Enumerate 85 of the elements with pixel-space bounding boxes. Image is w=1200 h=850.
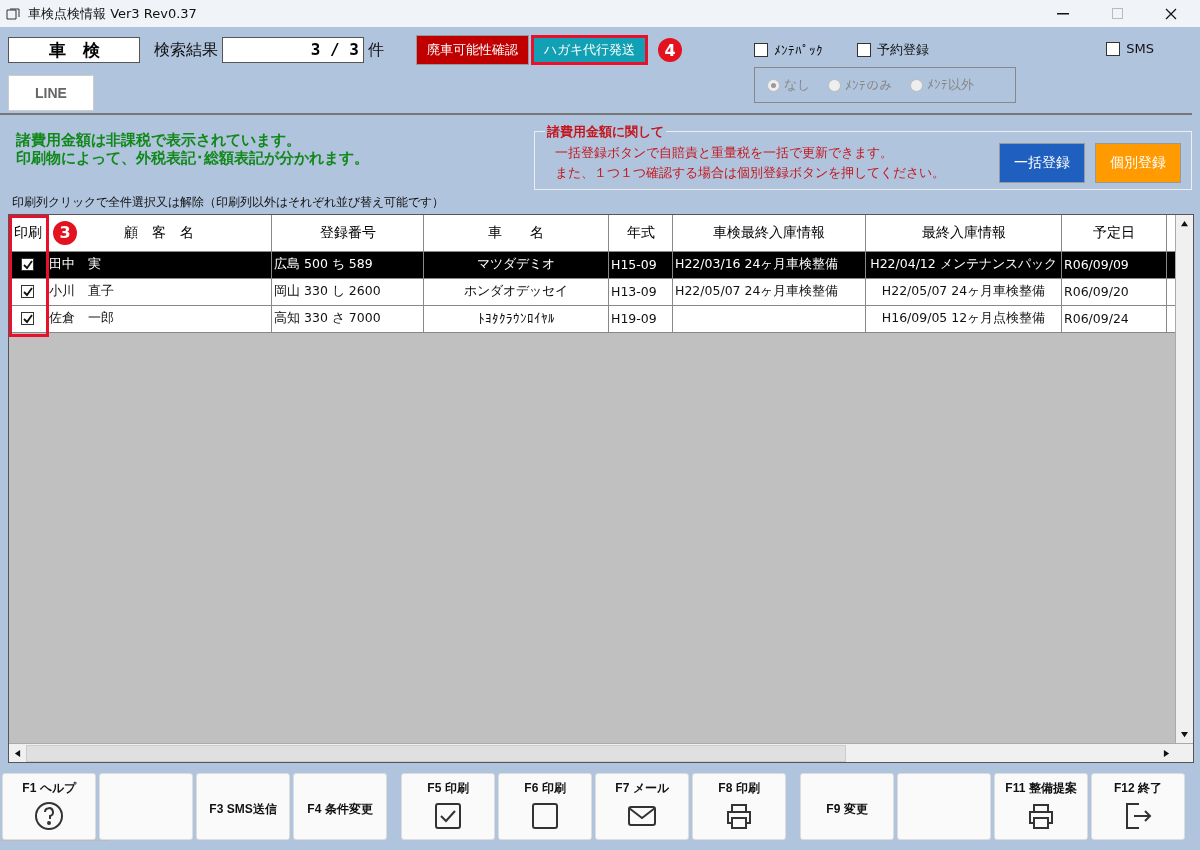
printer-icon: [1026, 801, 1056, 831]
column-header[interactable]: 印刷: [9, 214, 47, 252]
function-key[interactable]: F9 変更: [800, 773, 894, 840]
action-button[interactable]: 廃車可能性確認: [416, 35, 529, 65]
mode-label: 車 検: [8, 37, 140, 63]
table-cell: 佐倉 一郎: [47, 305, 272, 333]
triangle-icon: [1181, 731, 1188, 738]
maximize-icon: [1111, 8, 1123, 19]
table-cell: H22/03/16 24ヶ月車検整備: [673, 251, 866, 279]
function-key[interactable]: F7 メール: [595, 773, 689, 840]
print-checkbox[interactable]: [21, 312, 34, 326]
table-cell: H16/09/05 12ヶ月点検整備: [866, 305, 1062, 333]
table-cell: H15-09: [609, 251, 673, 279]
check-icon: [22, 313, 33, 324]
table-row[interactable]: 小川 直子 岡山 330 し 2600 ホンダオデッセイ H13-09 H22/05/07 24ヶ月車検整備 H22/05/07 24ヶ月車検整備 R06/09/20: [9, 278, 1175, 306]
checkbox-label: 予約登録: [877, 41, 929, 59]
checkbox-label: SMS: [1126, 41, 1154, 56]
close-icon: [1165, 7, 1177, 20]
function-key[interactable]: F11 整備提案: [994, 773, 1088, 840]
table-cell: R06/09/20: [1062, 278, 1167, 306]
radio-label: なし: [784, 76, 810, 94]
function-key[interactable]: F3 SMS送信: [196, 773, 290, 840]
table-cell: マツダデミオ: [424, 251, 609, 279]
function-key[interactable]: F4 条件変更: [293, 773, 387, 840]
column-header[interactable]: 最終入庫情報: [866, 214, 1062, 252]
checkbox[interactable]: [754, 43, 768, 57]
table-cell: 広島 500 ち 589: [272, 251, 424, 279]
triangle-icon: [1181, 219, 1188, 227]
column-header[interactable]: 予定日: [1062, 214, 1167, 252]
result-count-field: 3 / 3: [222, 37, 364, 63]
checkbox-label: ﾒﾝﾃﾊﾟｯｸ: [774, 42, 823, 58]
function-key[interactable]: F8 印刷: [692, 773, 786, 840]
checkbox[interactable]: [1106, 41, 1121, 56]
table-cell: ホンダオデッセイ: [424, 278, 609, 306]
column-header[interactable]: 車 名: [424, 214, 609, 252]
square-icon: [530, 801, 560, 831]
table-cell: ﾄﾖﾀｸﾗｳﾝﾛｲﾔﾙ: [424, 305, 609, 333]
minimize-icon: [1057, 12, 1069, 15]
function-key[interactable]: F12 終了: [1091, 773, 1185, 840]
table-cell: H22/05/07 24ヶ月車検整備: [673, 278, 866, 306]
function-key[interactable]: F5 印刷: [401, 773, 495, 840]
column-header[interactable]: 年式: [609, 214, 673, 252]
table-cell: H13-09: [609, 278, 673, 306]
unit-label: 件: [368, 39, 384, 61]
fee-instructions: 一括登録ボタンで自賠責と重量税を一括で更新できます。 また、１つ１つ確認する場合は個別登録ボタンを押してください。: [554, 143, 946, 182]
table-hint: 印刷列クリックで全件選択又は解除（印刷列以外はそれぞれ並び替え可能です）: [11, 193, 445, 211]
column-header[interactable]: 登録番号: [272, 214, 424, 252]
function-key[interactable]: F6 印刷: [498, 773, 592, 840]
table-cell: H19-09: [609, 305, 673, 333]
radio-dot-icon: [771, 82, 776, 88]
register-button[interactable]: 一括登録: [999, 142, 1085, 183]
table-cell: R06/09/09: [1062, 251, 1167, 279]
table-cell: H22/04/12 メンテナンスパック: [866, 251, 1062, 279]
table-cell: H22/05/07 24ヶ月車検整備: [866, 278, 1062, 306]
table-cell: 田中 実: [47, 251, 272, 279]
triangle-icon: [14, 749, 21, 757]
callout-badge: 4: [658, 38, 682, 62]
function-key[interactable]: F1 ヘルプ: [2, 773, 96, 840]
checkbox[interactable]: [857, 43, 871, 57]
table-row[interactable]: 田中 実 広島 500 ち 589 マツダデミオ H15-09 H22/03/16 24ヶ月車検整備 H22/04/12 メンテナンスパック R06/09/09: [9, 251, 1175, 279]
check-icon: [22, 286, 33, 297]
vertical-scrollbar[interactable]: [1175, 214, 1193, 743]
printer-icon: [724, 801, 754, 831]
horizontal-scrollbar[interactable]: [9, 743, 1193, 762]
radio-label: ﾒﾝﾃ以外: [927, 76, 974, 94]
exit-icon: [1123, 801, 1153, 831]
table-row[interactable]: 佐倉 一郎 高知 330 さ 7000 ﾄﾖﾀｸﾗｳﾝﾛｲﾔﾙ H19-09 H16/09/05 12ヶ月点検整備 R06/09/24: [9, 305, 1175, 333]
table-cell: R06/09/24: [1062, 305, 1167, 333]
radio-label: ﾒﾝﾃのみ: [845, 77, 892, 93]
column-header[interactable]: 車検最終入庫情報: [673, 214, 866, 252]
panel-title: 諸費用金額に関して: [546, 122, 665, 141]
help-icon: [34, 801, 64, 831]
triangle-icon: [1163, 749, 1170, 757]
line-button[interactable]: LINE: [8, 75, 94, 111]
tax-notice: 諸費用金額は非課税で表示されています。 印刷物によって、外税表記･総額表記が分かれます。: [15, 129, 369, 169]
table-cell: 岡山 330 し 2600: [272, 278, 424, 306]
search-result-label: 検索結果: [154, 39, 218, 61]
table-cell: 高知 330 さ 7000: [272, 305, 424, 333]
check-icon: [22, 259, 33, 270]
print-checkbox[interactable]: [21, 285, 34, 299]
print-checkbox[interactable]: [21, 258, 34, 272]
app-icon: [6, 7, 20, 20]
checkbox-icon: [433, 801, 463, 831]
table-cell: 小川 直子: [47, 278, 272, 306]
window-title: 車検点検情報 Ver3 Rev0.37: [28, 4, 198, 23]
